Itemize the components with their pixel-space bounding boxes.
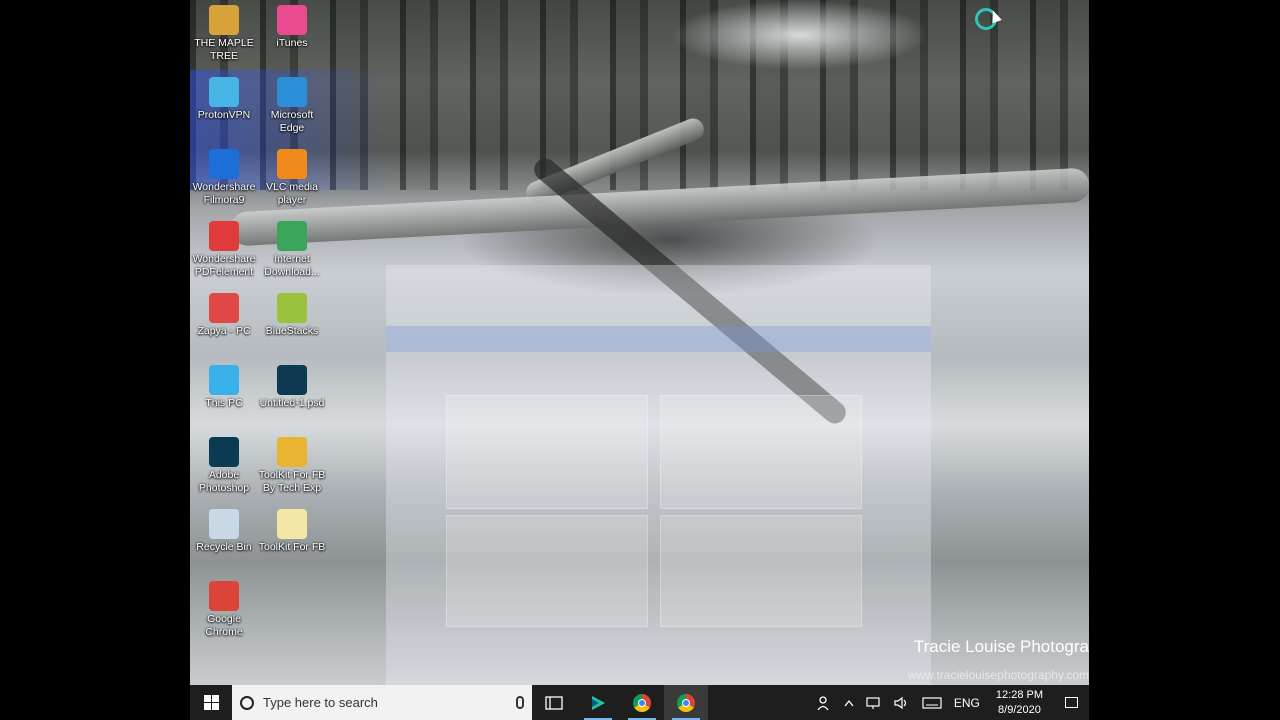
maple-tree-shortcut[interactable]: THE MAPLE TREE <box>190 5 258 63</box>
ghost-extensions-header <box>386 326 931 352</box>
pdfelement-shortcut[interactable]: Wondershare PDFelement <box>190 221 258 279</box>
desktop-icon-label: BlueStacks <box>265 325 319 337</box>
start-button[interactable] <box>190 685 232 720</box>
input-language-button[interactable]: ENG <box>948 685 986 720</box>
network-icon <box>866 696 880 709</box>
photoshop-icon <box>209 437 239 467</box>
system-tray: ENG 12:28 PM 8/9/2020 <box>810 685 1089 720</box>
filmora-icon <box>209 149 239 179</box>
toolkit-fb-2-shortcut[interactable]: ToolKit For FB <box>258 509 326 554</box>
recycle-bin-shortcut[interactable]: Recycle Bin <box>190 509 258 554</box>
wallpaper-watermark: Tracie Louise Photogra <box>913 637 1089 656</box>
people-button[interactable] <box>810 685 838 720</box>
volume-button[interactable] <box>888 685 916 720</box>
desktop-icon-label: Recycle Bin <box>196 541 252 553</box>
ghost-extension-card <box>660 395 862 509</box>
itunes-shortcut[interactable]: iTunes <box>258 5 326 50</box>
search-placeholder: Type here to search <box>263 695 378 710</box>
action-center-button[interactable] <box>1053 685 1089 720</box>
wallpaper-watermark-url: www.tracielouisephotography.com <box>907 668 1089 682</box>
desktop-icon-label: iTunes <box>276 37 308 49</box>
task-view-button[interactable] <box>532 685 576 720</box>
desktop-icon-label: ToolKit For FB By Tech Exp <box>258 469 326 494</box>
keyboard-icon <box>922 696 942 709</box>
notification-icon <box>1064 697 1078 708</box>
recycle-bin-icon <box>209 509 239 539</box>
protonvpn-shortcut[interactable]: ProtonVPN <box>190 77 258 122</box>
chrome-taskbar-button-2[interactable] <box>664 685 708 720</box>
clock-date: 8/9/2020 <box>998 703 1041 716</box>
network-button[interactable] <box>860 685 888 720</box>
maple-tree-icon <box>209 5 239 35</box>
toolkit-fb-shortcut[interactable]: ToolKit For FB By Tech Exp <box>258 437 326 495</box>
toolkit-fb-2-icon <box>277 509 307 539</box>
chrome-taskbar-button-1[interactable] <box>620 685 664 720</box>
edge-icon <box>277 77 307 107</box>
show-hidden-icons-button[interactable] <box>838 685 860 720</box>
filmora-shortcut[interactable]: Wondershare Filmora9 <box>190 149 258 207</box>
zapya-shortcut[interactable]: Zapya - PC <box>190 293 258 338</box>
wallpaper-sky <box>670 0 930 70</box>
untitled-psd-icon <box>277 365 307 395</box>
chrome-shortcut[interactable]: Google Chrome <box>190 581 258 639</box>
clock-time: 12:28 PM <box>995 688 1043 701</box>
taskbar: Type here to search ENG 12:28 PM 8/9/202… <box>190 685 1089 720</box>
taskbar-search-box[interactable]: Type here to search <box>232 685 532 720</box>
windows-logo-icon <box>203 695 219 710</box>
untitled-psd-shortcut[interactable]: Untitled-1.psd <box>258 365 326 410</box>
desktop-icon-label: Wondershare PDFelement <box>192 253 256 278</box>
zapya-icon <box>209 293 239 323</box>
desktop-screen: THE MAPLE TREE iTunes ProtonVPN Microsoft E… <box>190 0 1089 720</box>
chevron-up-icon <box>844 699 854 706</box>
desktop-icon-label: Wondershare Filmora9 <box>192 181 256 206</box>
clock-button[interactable]: 12:28 PM 8/9/2020 <box>986 688 1053 718</box>
microphone-icon[interactable] <box>516 696 524 709</box>
chrome-icon <box>209 581 239 611</box>
toolkit-fb-icon <box>277 437 307 467</box>
this-pc-icon <box>209 365 239 395</box>
edge-shortcut[interactable]: Microsoft Edge <box>258 77 326 135</box>
bluestacks-icon <box>277 293 307 323</box>
desktop-icon-label: ProtonVPN <box>197 109 251 121</box>
desktop-icon-label: Adobe Photoshop <box>198 469 250 494</box>
ghost-extension-card <box>446 395 648 509</box>
speaker-icon <box>894 696 906 709</box>
vlc-icon <box>277 149 307 179</box>
filmora-icon <box>592 695 605 710</box>
pdfelement-icon <box>209 221 239 251</box>
photoshop-shortcut[interactable]: Adobe Photoshop <box>190 437 258 495</box>
itunes-icon <box>277 5 307 35</box>
ghost-extension-card <box>660 515 862 627</box>
this-pc-shortcut[interactable]: This PC <box>190 365 258 410</box>
desktop-icon-label: VLC media player <box>266 181 318 206</box>
keyboard-button[interactable] <box>916 685 948 720</box>
desktop-icon-label: Zapya - PC <box>197 325 251 337</box>
desktop-icon-label: Untitled-1.psd <box>259 397 325 409</box>
idm-shortcut[interactable]: Internet Download... <box>258 221 326 279</box>
protonvpn-icon <box>209 77 239 107</box>
people-icon <box>817 695 829 710</box>
filmora-taskbar-button[interactable] <box>576 685 620 720</box>
desktop-icon-label: Google Chrome <box>205 613 243 638</box>
bluestacks-shortcut[interactable]: BlueStacks <box>258 293 326 338</box>
desktop-icon-label: This PC <box>205 397 243 409</box>
idm-icon <box>277 221 307 251</box>
cortana-icon <box>240 695 254 710</box>
desktop-icon-label: Internet Download... <box>264 253 320 278</box>
desktop-icon-label: Microsoft Edge <box>270 109 314 134</box>
chrome-icon <box>633 693 651 712</box>
ghost-extension-card <box>446 515 648 627</box>
desktop-icon-label: THE MAPLE TREE <box>194 37 254 62</box>
desktop-icon-label: ToolKit For FB <box>258 541 326 553</box>
task-view-icon <box>545 695 563 710</box>
chrome-icon <box>677 693 695 712</box>
vlc-shortcut[interactable]: VLC media player <box>258 149 326 207</box>
